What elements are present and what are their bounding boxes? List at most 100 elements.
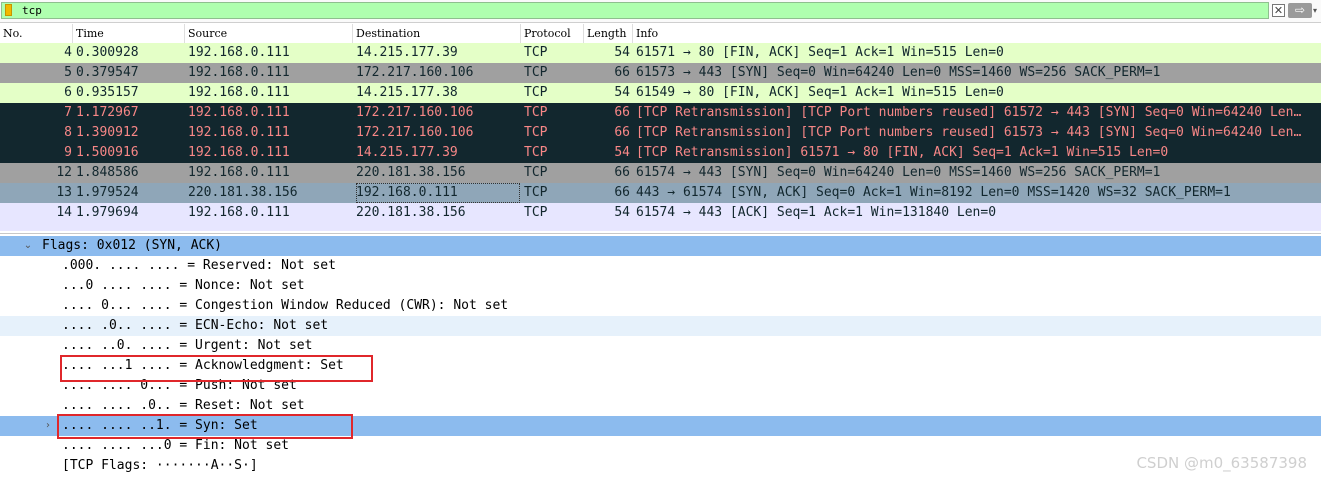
- flag-reset-text: .... .... .0.. = Reset: Not set: [62, 398, 305, 413]
- packet-row[interactable]: 12 1.848586 192.168.0.111 220.181.38.156…: [0, 163, 1321, 183]
- tcp-flags-tree-item[interactable]: ⌄ Flags: 0x012 (SYN, ACK): [0, 236, 1321, 256]
- packet-length: 66: [614, 125, 630, 140]
- packet-length: 54: [614, 205, 630, 220]
- packet-time: 0.379547: [76, 65, 139, 80]
- packet-no: 7: [64, 105, 72, 120]
- packet-row[interactable]: 5 0.379547 192.168.0.111 172.217.160.106…: [0, 63, 1321, 83]
- packet-protocol: TCP: [524, 205, 548, 220]
- packet-time: 1.848586: [76, 165, 139, 180]
- flag-cwr-item[interactable]: .... 0... .... = Congestion Window Reduc…: [0, 296, 1321, 316]
- packet-protocol: TCP: [524, 145, 548, 160]
- packet-info: 61574 → 443 [ACK] Seq=1 Ack=1 Win=131840…: [636, 205, 997, 220]
- flag-urgent-text: .... ..0. .... = Urgent: Not set: [62, 338, 313, 353]
- tree-item-partial[interactable]: [0, 477, 1321, 483]
- column-header-source[interactable]: Source: [185, 24, 353, 43]
- packet-time: 1.979694: [76, 205, 139, 220]
- packet-protocol: TCP: [524, 185, 548, 200]
- display-filter-bar: ✕ ⇨ ▾: [0, 0, 1321, 23]
- tcp-flags-summary-item[interactable]: [TCP Flags: ·······A··S·]: [0, 456, 1321, 476]
- packet-destination: 14.215.177.38: [356, 85, 458, 100]
- tcp-flags-header: Flags: 0x012 (SYN, ACK): [42, 238, 223, 253]
- packet-row[interactable]: 7 1.172967 192.168.0.111 172.217.160.106…: [0, 103, 1321, 123]
- packet-source: 192.168.0.111: [188, 145, 290, 160]
- packet-destination: 14.215.177.39: [356, 145, 458, 160]
- packet-length: 66: [614, 105, 630, 120]
- packet-no: 12: [56, 165, 72, 180]
- packet-source: 192.168.0.111: [188, 205, 290, 220]
- acknowledgment-highlight-box: [60, 355, 373, 382]
- packet-length: 66: [614, 165, 630, 180]
- packet-length: 66: [614, 185, 630, 200]
- flag-nonce-item[interactable]: ...0 .... .... = Nonce: Not set: [0, 276, 1321, 296]
- packet-length: 54: [614, 145, 630, 160]
- packet-protocol: TCP: [524, 45, 548, 60]
- packet-destination: 172.217.160.106: [356, 65, 474, 80]
- packet-length: 54: [614, 45, 630, 60]
- packet-time: 0.935157: [76, 85, 139, 100]
- flag-reserved-item[interactable]: .000. .... .... = Reserved: Not set: [0, 256, 1321, 276]
- packet-row-partial[interactable]: [0, 223, 1321, 231]
- packet-time: 1.390912: [76, 125, 139, 140]
- packet-destination: 172.217.160.106: [356, 125, 474, 140]
- flag-reset-item[interactable]: .... .... .0.. = Reset: Not set: [0, 396, 1321, 416]
- packet-list: 4 0.300928 192.168.0.111 14.215.177.39 T…: [0, 43, 1321, 231]
- column-header-protocol[interactable]: Protocol: [521, 24, 584, 43]
- packet-row[interactable]: 14 1.979694 192.168.0.111 220.181.38.156…: [0, 203, 1321, 223]
- flag-nonce-text: ...0 .... .... = Nonce: Not set: [62, 278, 305, 293]
- flag-fin-item[interactable]: .... .... ...0 = Fin: Not set: [0, 436, 1321, 456]
- packet-protocol: TCP: [524, 125, 548, 140]
- packet-no: 13: [56, 185, 72, 200]
- packet-info: [TCP Retransmission] [TCP Port numbers r…: [636, 125, 1302, 140]
- clear-filter-icon[interactable]: ✕: [1272, 4, 1285, 17]
- packet-time: 1.979524: [76, 185, 139, 200]
- flag-ecn-echo-item[interactable]: .... .0.. .... = ECN-Echo: Not set: [0, 316, 1321, 336]
- packet-row[interactable]: 6 0.935157 192.168.0.111 14.215.177.38 T…: [0, 83, 1321, 103]
- display-filter-input[interactable]: [1, 2, 1269, 19]
- packet-row[interactable]: 4 0.300928 192.168.0.111 14.215.177.39 T…: [0, 43, 1321, 63]
- packet-destination: 172.217.160.106: [356, 105, 474, 120]
- packet-info: 61549 → 80 [FIN, ACK] Seq=1 Ack=1 Win=51…: [636, 85, 1004, 100]
- column-header-info[interactable]: Info: [633, 24, 1321, 43]
- packet-destination: 14.215.177.39: [356, 45, 458, 60]
- column-header-no[interactable]: No.: [0, 24, 73, 43]
- packet-protocol: TCP: [524, 165, 548, 180]
- packet-no: 4: [64, 45, 72, 60]
- column-header-length[interactable]: Length: [584, 24, 633, 43]
- expand-chevron-icon[interactable]: ›: [42, 416, 54, 436]
- packet-row-selected[interactable]: 13 1.979524 220.181.38.156 192.168.0.111…: [0, 183, 1321, 203]
- flag-ecn-echo-text: .... .0.. .... = ECN-Echo: Not set: [62, 318, 329, 333]
- flag-cwr-text: .... 0... .... = Congestion Window Reduc…: [62, 298, 509, 313]
- collapse-chevron-icon[interactable]: ⌄: [22, 236, 34, 256]
- packet-length: 54: [614, 85, 630, 100]
- packet-protocol: TCP: [524, 105, 548, 120]
- column-header-time[interactable]: Time: [73, 24, 185, 43]
- flag-fin-text: .... .... ...0 = Fin: Not set: [62, 438, 289, 453]
- packet-info: [TCP Retransmission] 61571 → 80 [FIN, AC…: [636, 145, 1169, 160]
- syn-highlight-box: [57, 414, 353, 439]
- packet-time: 1.500916: [76, 145, 139, 160]
- packet-time: 1.172967: [76, 105, 139, 120]
- packet-source: 220.181.38.156: [188, 185, 298, 200]
- packet-info: [TCP Retransmission] [TCP Port numbers r…: [636, 105, 1302, 120]
- apply-filter-icon[interactable]: ⇨: [1288, 3, 1312, 18]
- packet-info: 61574 → 443 [SYN] Seq=0 Win=64240 Len=0 …: [636, 165, 1161, 180]
- column-header-destination[interactable]: Destination: [353, 24, 521, 43]
- packet-no: 9: [64, 145, 72, 160]
- packet-no: 5: [64, 65, 72, 80]
- filter-dropdown-icon[interactable]: ▾: [1313, 4, 1321, 17]
- packet-no: 8: [64, 125, 72, 140]
- tcp-flags-summary-text: [TCP Flags: ·······A··S·]: [62, 458, 258, 473]
- packet-time: 0.300928: [76, 45, 139, 60]
- packet-row[interactable]: 8 1.390912 192.168.0.111 172.217.160.106…: [0, 123, 1321, 143]
- packet-details-pane: ⌄ Flags: 0x012 (SYN, ACK) .000. .... ...…: [0, 233, 1321, 483]
- packet-no: 14: [56, 205, 72, 220]
- bookmark-icon[interactable]: [5, 4, 12, 16]
- packet-protocol: TCP: [524, 65, 548, 80]
- packet-row[interactable]: 9 1.500916 192.168.0.111 14.215.177.39 T…: [0, 143, 1321, 163]
- packet-destination: 220.181.38.156: [356, 205, 466, 220]
- flag-reserved-text: .000. .... .... = Reserved: Not set: [62, 258, 336, 273]
- packet-source: 192.168.0.111: [188, 65, 290, 80]
- packet-source: 192.168.0.111: [188, 85, 290, 100]
- packet-no: 6: [64, 85, 72, 100]
- flag-urgent-item[interactable]: .... ..0. .... = Urgent: Not set: [0, 336, 1321, 356]
